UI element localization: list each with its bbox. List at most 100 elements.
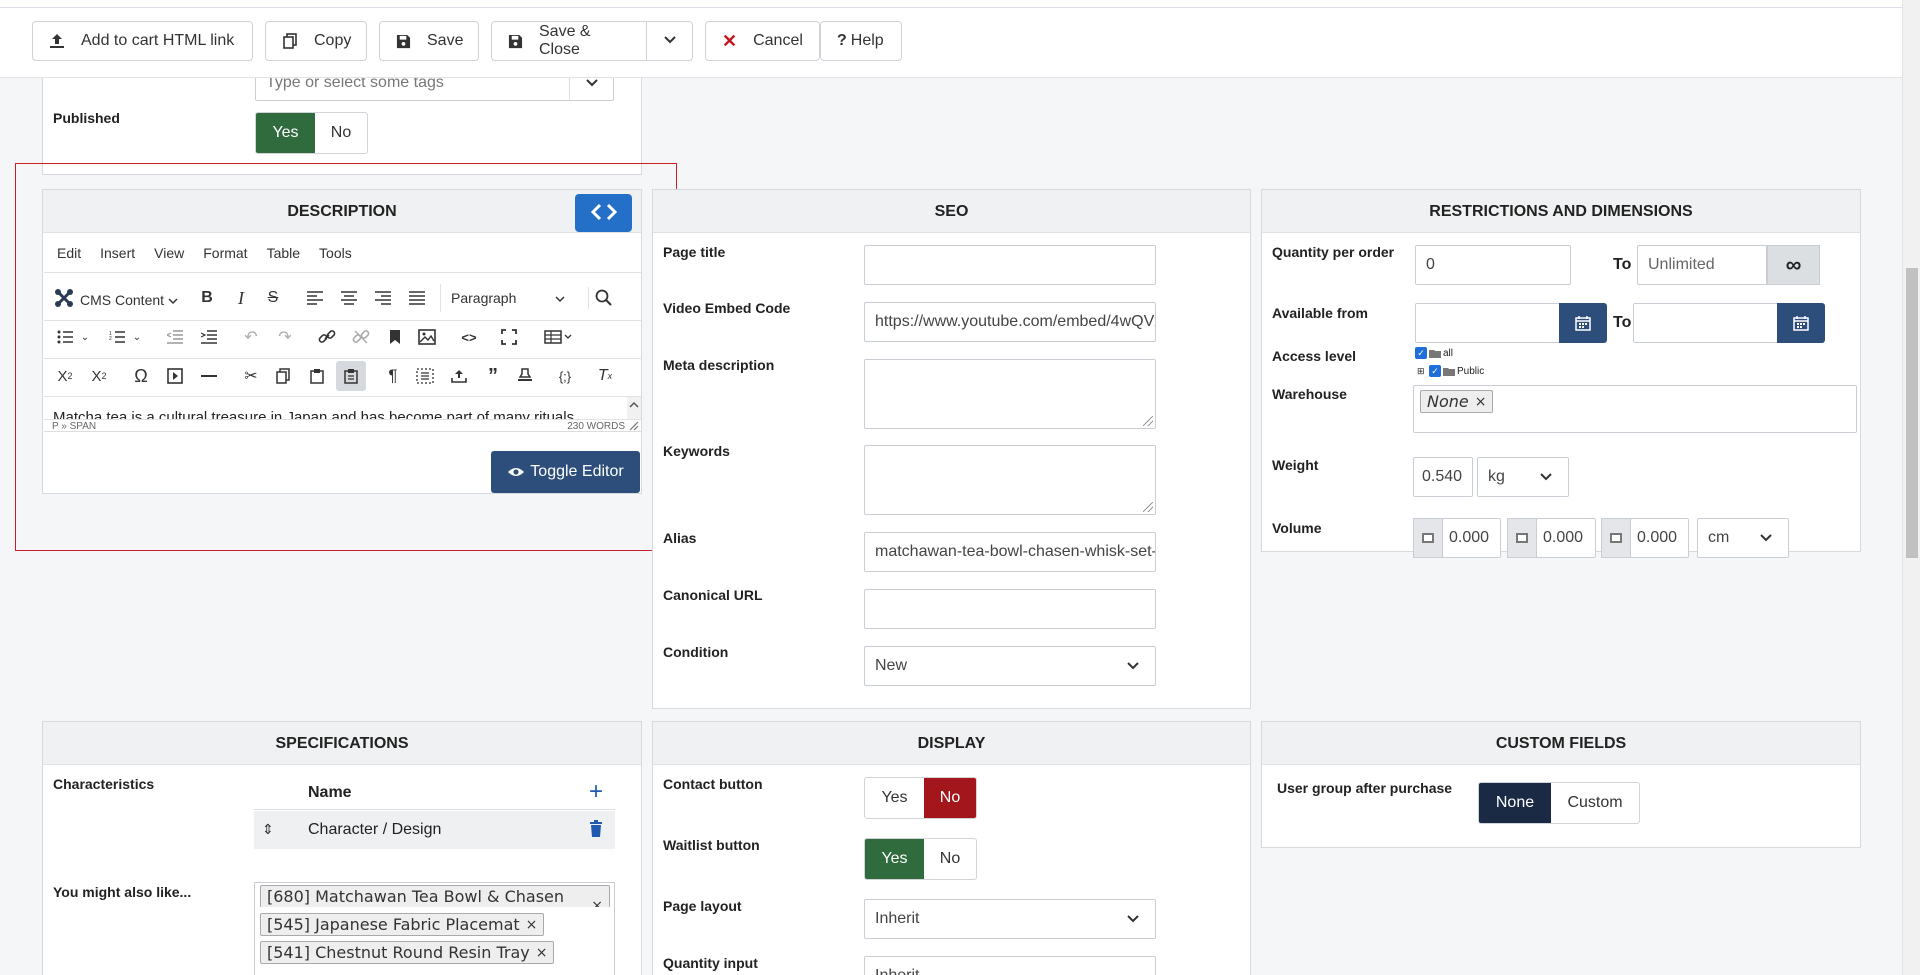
- copy-icon[interactable]: [272, 365, 294, 387]
- alias-input[interactable]: matchawan-tea-bowl-chasen-whisk-set-saku…: [864, 532, 1156, 572]
- volume-unit-select[interactable]: cm: [1697, 518, 1789, 558]
- remove-x-icon[interactable]: ×: [1475, 394, 1487, 410]
- remove-x-icon[interactable]: ×: [591, 898, 603, 907]
- chevron-down-icon[interactable]: ⌄: [126, 326, 148, 348]
- align-justify-icon[interactable]: [406, 287, 428, 309]
- infinity-icon[interactable]: ∞: [1767, 245, 1820, 285]
- also-like-select[interactable]: [680] Matchawan Tea Bowl & Chasen Whisk …: [254, 882, 615, 975]
- media-icon[interactable]: [164, 365, 186, 387]
- subscript-icon[interactable]: X2: [54, 365, 76, 387]
- tags-input[interactable]: Type or select some tags: [255, 78, 614, 101]
- editor-content-area[interactable]: Matcha tea is a cultural treasure in Jap…: [44, 397, 641, 419]
- user-group-custom-option[interactable]: Custom: [1551, 783, 1639, 823]
- fullscreen-icon[interactable]: [498, 326, 520, 348]
- calendar-icon[interactable]: [1559, 303, 1607, 343]
- access-tree-public[interactable]: ⊞ ✓ Public: [1417, 365, 1484, 377]
- stamp-icon[interactable]: [514, 365, 536, 387]
- contact-no-option[interactable]: No: [924, 778, 976, 818]
- published-yes-option[interactable]: Yes: [256, 113, 315, 153]
- user-group-none-option[interactable]: None: [1479, 783, 1551, 823]
- available-to-input[interactable]: [1633, 303, 1779, 343]
- quantity-to-input[interactable]: Unlimited: [1637, 245, 1767, 285]
- align-center-icon[interactable]: [338, 287, 360, 309]
- scrollbar-thumb[interactable]: [1906, 268, 1918, 558]
- horizontal-rule-icon[interactable]: [198, 365, 220, 387]
- undo-icon[interactable]: ↶: [240, 326, 262, 348]
- remove-x-icon[interactable]: ×: [526, 917, 538, 933]
- bold-icon[interactable]: B: [196, 287, 218, 309]
- video-embed-input[interactable]: https://www.youtube.com/embed/4wQVxj_0Md…: [864, 302, 1156, 342]
- canonical-url-input[interactable]: [864, 589, 1156, 629]
- page-title-input[interactable]: [864, 245, 1156, 285]
- calendar-icon[interactable]: [1777, 303, 1825, 343]
- bullet-list-icon[interactable]: [54, 326, 76, 348]
- menu-table[interactable]: Table: [267, 245, 300, 261]
- strikethrough-icon[interactable]: S: [262, 287, 284, 309]
- image-icon[interactable]: [416, 326, 438, 348]
- menu-edit[interactable]: Edit: [57, 245, 81, 261]
- page-scrollbar[interactable]: [1902, 0, 1920, 975]
- drag-handle-icon[interactable]: ⇕: [262, 821, 274, 838]
- add-to-cart-link-button[interactable]: Add to cart HTML link: [32, 21, 253, 61]
- chevron-down-icon[interactable]: ⌄: [74, 326, 96, 348]
- available-from-input[interactable]: [1415, 303, 1561, 343]
- visual-blocks-icon[interactable]: [414, 365, 436, 387]
- template-icon[interactable]: {;}: [554, 365, 576, 387]
- help-button[interactable]: ? Help: [820, 21, 902, 61]
- italic-icon[interactable]: I: [230, 287, 252, 309]
- save-button[interactable]: Save: [379, 21, 479, 61]
- search-icon[interactable]: [588, 287, 618, 309]
- cms-content-dropdown[interactable]: CMS Content: [52, 286, 178, 313]
- omega-special-char-icon[interactable]: Ω: [130, 365, 152, 387]
- keywords-textarea[interactable]: [864, 445, 1156, 515]
- condition-select[interactable]: New: [864, 646, 1156, 686]
- code-view-button[interactable]: [575, 194, 632, 232]
- waitlist-no-option[interactable]: No: [924, 839, 976, 879]
- volume-width-input[interactable]: 0.000: [1536, 518, 1596, 558]
- volume-length-input[interactable]: 0.000: [1442, 518, 1501, 558]
- outdent-icon[interactable]: [164, 326, 186, 348]
- waitlist-yes-option[interactable]: Yes: [865, 839, 924, 879]
- save-close-button[interactable]: Save & Close: [491, 21, 647, 61]
- menu-view[interactable]: View: [154, 245, 184, 261]
- quantity-input-select[interactable]: Inherit: [864, 956, 1156, 975]
- align-right-icon[interactable]: [372, 287, 394, 309]
- weight-input[interactable]: 0.540: [1413, 457, 1473, 497]
- add-plus-icon[interactable]: +: [589, 778, 603, 806]
- cancel-button[interactable]: ✕ Cancel: [705, 21, 820, 61]
- copy-button[interactable]: Copy: [265, 21, 367, 61]
- save-dropdown-toggle[interactable]: [646, 21, 693, 61]
- paste-as-text-icon[interactable]: [336, 361, 366, 391]
- warehouse-select[interactable]: None ×: [1413, 385, 1857, 433]
- paragraph-format-dropdown[interactable]: Paragraph: [440, 284, 573, 312]
- paste-icon[interactable]: [306, 365, 328, 387]
- remove-x-icon[interactable]: ×: [536, 945, 548, 961]
- numbered-list-icon[interactable]: 12: [106, 326, 128, 348]
- upload-icon[interactable]: [448, 365, 470, 387]
- access-tree-all[interactable]: ✓ all: [1415, 347, 1453, 359]
- volume-height-input[interactable]: 0.000: [1630, 518, 1689, 558]
- superscript-icon[interactable]: X2: [88, 365, 110, 387]
- page-layout-select[interactable]: Inherit: [864, 899, 1156, 939]
- published-no-option[interactable]: No: [315, 113, 367, 153]
- bookmark-icon[interactable]: [384, 326, 406, 348]
- indent-icon[interactable]: [198, 326, 220, 348]
- cut-icon[interactable]: ✂: [240, 365, 262, 387]
- toggle-editor-button[interactable]: Toggle Editor: [491, 451, 640, 493]
- meta-description-textarea[interactable]: [864, 359, 1156, 429]
- pilcrow-icon[interactable]: ¶: [382, 365, 404, 387]
- trash-icon[interactable]: [589, 820, 603, 841]
- menu-format[interactable]: Format: [203, 245, 247, 261]
- contact-yes-option[interactable]: Yes: [865, 778, 924, 818]
- redo-icon[interactable]: ↷: [274, 326, 296, 348]
- table-icon[interactable]: [540, 326, 576, 348]
- align-left-icon[interactable]: [304, 287, 326, 309]
- quantity-from-input[interactable]: 0: [1415, 245, 1571, 285]
- menu-insert[interactable]: Insert: [100, 245, 135, 261]
- editor-scrollbar[interactable]: [627, 397, 641, 419]
- unlink-icon[interactable]: [350, 326, 372, 348]
- weight-unit-select[interactable]: kg: [1477, 457, 1569, 497]
- blockquote-icon[interactable]: ”: [482, 365, 504, 387]
- clear-formatting-icon[interactable]: Tx: [594, 365, 616, 387]
- link-icon[interactable]: [316, 326, 338, 348]
